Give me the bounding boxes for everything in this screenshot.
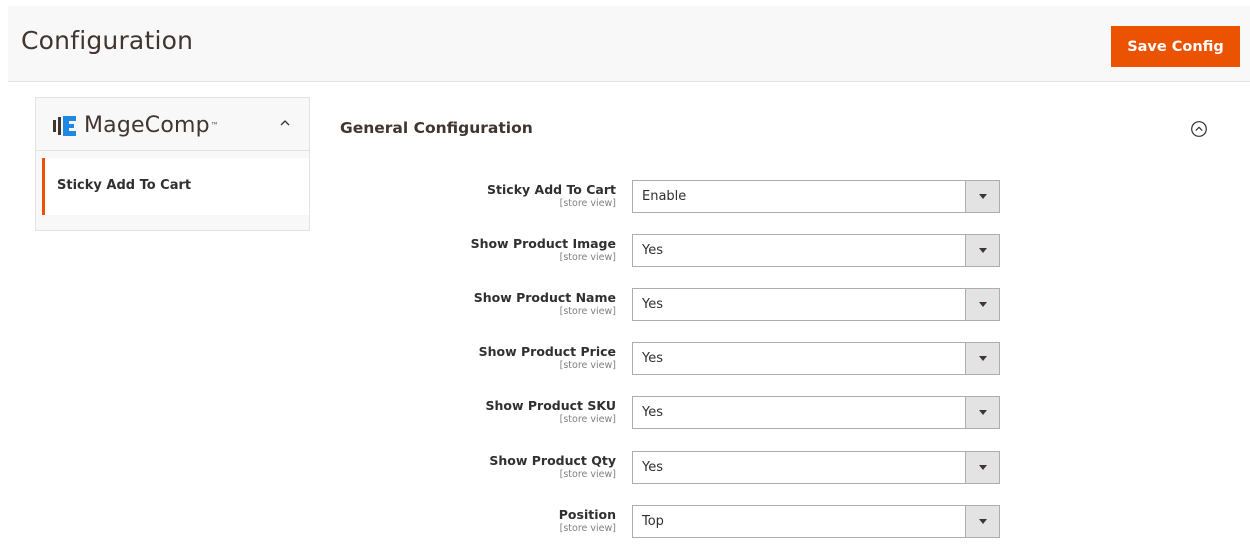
select-arrow-button[interactable] — [965, 452, 999, 483]
select-value: Top — [642, 514, 664, 529]
field-label-text: Show Product Image — [470, 236, 616, 251]
field-label-show-product-image: Show Product Image [store view] — [316, 236, 616, 263]
field-label-show-product-sku: Show Product SKU [store view] — [316, 398, 616, 425]
field-label-show-product-qty: Show Product Qty [store view] — [316, 453, 616, 480]
chevron-up-icon[interactable] — [279, 117, 291, 129]
select-arrow-button[interactable] — [965, 289, 999, 320]
field-scope: [store view] — [559, 198, 616, 209]
select-arrow-button[interactable] — [965, 397, 999, 428]
field-label-text: Sticky Add To Cart — [487, 182, 616, 197]
magecomp-logo: MageComp ™ — [52, 113, 219, 138]
select-value: Enable — [642, 189, 687, 204]
select-arrow-button[interactable] — [965, 181, 999, 212]
sidebar-item-sticky-add-to-cart[interactable]: Sticky Add To Cart — [42, 158, 309, 215]
select-show-product-sku[interactable]: Yes — [632, 396, 1000, 429]
logo-text: MageComp — [84, 113, 210, 138]
select-value: Yes — [642, 405, 663, 420]
field-label-position: Position [store view] — [316, 507, 616, 534]
select-value: Yes — [642, 460, 663, 475]
caret-down-icon — [979, 519, 987, 524]
sidebar-tab-magecomp[interactable]: MageComp ™ — [36, 98, 309, 151]
page-header: Configuration Save Config — [8, 6, 1250, 82]
select-arrow-button[interactable] — [965, 235, 999, 266]
select-arrow-button[interactable] — [965, 506, 999, 537]
logo-trademark: ™ — [210, 121, 219, 130]
magecomp-logo-icon — [53, 115, 76, 136]
field-label-text: Show Product Price — [478, 344, 616, 359]
field-scope: [store view] — [559, 252, 616, 263]
select-show-product-image[interactable]: Yes — [632, 234, 1000, 267]
select-arrow-button[interactable] — [965, 343, 999, 374]
field-scope: [store view] — [559, 306, 616, 317]
page-title: Configuration — [21, 26, 194, 55]
field-label-text: Show Product Name — [473, 290, 616, 305]
caret-down-icon — [979, 302, 987, 307]
field-scope: [store view] — [559, 414, 616, 425]
select-show-product-price[interactable]: Yes — [632, 342, 1000, 375]
field-label-show-product-price: Show Product Price [store view] — [316, 344, 616, 371]
save-config-button[interactable]: Save Config — [1111, 26, 1240, 67]
select-sticky-add-to-cart[interactable]: Enable — [632, 180, 1000, 213]
field-label-text: Show Product SKU — [485, 398, 616, 413]
caret-down-icon — [979, 248, 987, 253]
field-label-text: Show Product Qty — [489, 453, 616, 468]
field-label-text: Position — [558, 507, 616, 522]
select-value: Yes — [642, 243, 663, 258]
sidebar-item-label: Sticky Add To Cart — [57, 178, 192, 193]
field-label-show-product-name: Show Product Name [store view] — [316, 290, 616, 317]
select-show-product-name[interactable]: Yes — [632, 288, 1000, 321]
field-scope: [store view] — [559, 469, 616, 480]
field-scope: [store view] — [559, 360, 616, 371]
collapse-circle-icon[interactable] — [1190, 120, 1208, 138]
field-label-sticky-add-to-cart: Sticky Add To Cart [store view] — [316, 182, 616, 209]
select-show-product-qty[interactable]: Yes — [632, 451, 1000, 484]
select-value: Yes — [642, 297, 663, 312]
caret-down-icon — [979, 465, 987, 470]
select-position[interactable]: Top — [632, 505, 1000, 538]
config-sidebar: MageComp ™ Sticky Add To Cart — [35, 97, 310, 231]
caret-down-icon — [979, 194, 987, 199]
field-scope: [store view] — [559, 523, 616, 534]
select-value: Yes — [642, 351, 663, 366]
caret-down-icon — [979, 410, 987, 415]
caret-down-icon — [979, 356, 987, 361]
section-title-general-configuration[interactable]: General Configuration — [340, 119, 533, 137]
